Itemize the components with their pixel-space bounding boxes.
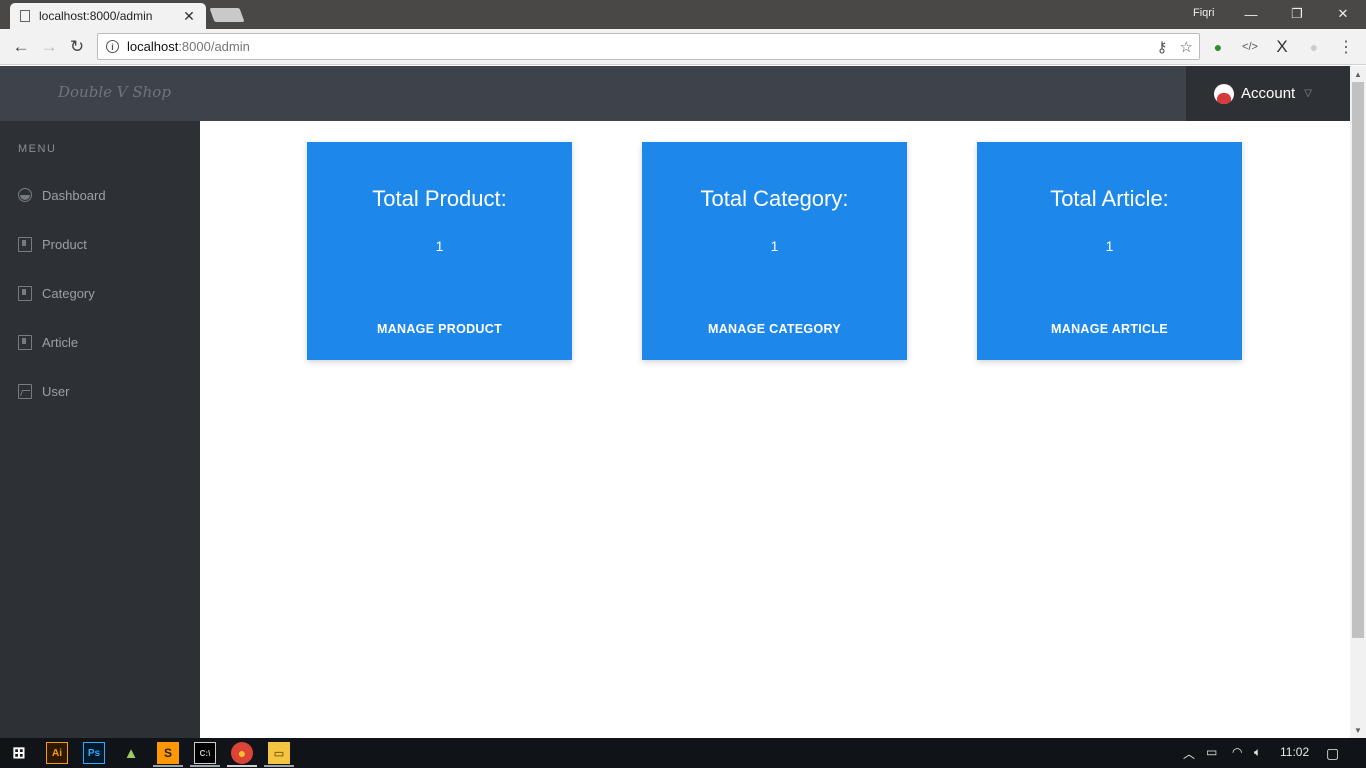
main-content: Total Product: 1 MANAGE PRODUCT Total Ca…	[200, 121, 1350, 738]
card-title: Total Category:	[700, 186, 849, 211]
document-icon	[18, 334, 32, 350]
browser-tab[interactable]: localhost:8000/admin ✕	[10, 3, 206, 29]
restore-button[interactable]: ❐	[1282, 3, 1312, 25]
total-article-card: Total Article: 1 MANAGE ARTICLE	[977, 142, 1242, 360]
show-hidden-icons-chevron-icon[interactable]: ︿	[1183, 745, 1195, 762]
document-icon	[18, 285, 32, 301]
sidebar-item-article[interactable]: Article	[18, 331, 78, 353]
sidebar-item-product[interactable]: Product	[18, 233, 87, 255]
action-center-icon[interactable]: ▢	[1326, 745, 1339, 762]
chevron-down-icon: ▽	[1304, 88, 1312, 99]
sidebar-item-label: Category	[42, 285, 95, 301]
sidebar-item-user[interactable]: User	[18, 380, 69, 402]
sidebar: MENU Dashboard Product Category Article …	[0, 121, 200, 738]
sidebar-item-dashboard[interactable]: Dashboard	[18, 184, 106, 206]
app-header: Double V Shop Account ▽	[0, 66, 1350, 121]
total-product-card: Total Product: 1 MANAGE PRODUCT	[307, 142, 572, 360]
page-scrollbar[interactable]: ▲ ▼	[1350, 66, 1366, 738]
extension-circle-icon[interactable]: ●	[1304, 37, 1324, 57]
back-arrow-icon[interactable]: ←	[9, 35, 33, 59]
volume-icon[interactable]: 🔈︎	[1254, 745, 1261, 760]
image-icon	[18, 383, 32, 399]
url-host: localhost	[127, 39, 179, 54]
extension-x-icon[interactable]: X	[1272, 37, 1292, 57]
scroll-thumb[interactable]	[1352, 82, 1364, 638]
sidebar-item-label: Dashboard	[42, 187, 106, 203]
running-indicator	[153, 765, 183, 767]
info-icon[interactable]: i	[106, 40, 119, 53]
scroll-down-icon[interactable]: ▼	[1350, 722, 1366, 738]
card-title: Total Product:	[372, 186, 507, 211]
sidebar-item-label: Product	[42, 236, 87, 252]
key-icon[interactable]: ⚷	[1157, 38, 1168, 56]
sidebar-item-category[interactable]: Category	[18, 282, 95, 304]
illustrator-icon[interactable]: Ai	[46, 742, 68, 764]
clock[interactable]: 11:02	[1280, 745, 1309, 759]
profile-name[interactable]: Fiqri	[1193, 7, 1214, 19]
windows-start-icon[interactable]: ⊞	[8, 742, 30, 764]
tab-title: localhost:8000/admin	[39, 9, 153, 23]
chrome-icon[interactable]: ●	[231, 742, 253, 764]
sidebar-item-label: Article	[42, 334, 79, 350]
extension-globe-icon[interactable]: ●	[1208, 37, 1228, 57]
battery-icon[interactable]: ▭	[1206, 745, 1217, 759]
card-title: Total Article:	[1050, 186, 1169, 211]
page-icon	[20, 10, 30, 22]
dashboard-icon	[18, 188, 32, 202]
forward-arrow-icon[interactable]: →	[37, 35, 61, 59]
browser-titlebar: localhost:8000/admin ✕ Fiqri — ❐ ✕	[0, 0, 1366, 29]
address-bar[interactable]: i localhost:8000/admin ⚷ ☆	[97, 33, 1200, 60]
card-value: 1	[435, 238, 444, 254]
running-indicator	[190, 765, 220, 767]
wifi-icon[interactable]: ◠	[1232, 745, 1242, 759]
android-studio-icon[interactable]: ▲	[120, 742, 142, 764]
total-category-card: Total Category: 1 MANAGE CATEGORY	[642, 142, 907, 360]
windows-taskbar: ⊞ Ai Ps ▲ S C:\ ● ▭ ︿ ▭ ◠ 🔈︎ 11:02 ▢	[0, 738, 1366, 768]
file-explorer-icon[interactable]: ▭	[268, 742, 290, 764]
brand-logo[interactable]: Double V Shop	[58, 83, 171, 101]
card-value: 1	[770, 238, 779, 254]
card-value: 1	[1105, 238, 1114, 254]
scroll-up-icon[interactable]: ▲	[1350, 66, 1366, 82]
url-path: :8000/admin	[178, 39, 250, 54]
avatar	[1214, 83, 1234, 104]
bookmark-star-icon[interactable]: ☆	[1180, 38, 1193, 56]
minimize-button[interactable]: —	[1236, 3, 1266, 25]
running-indicator	[264, 765, 294, 767]
sidebar-item-label: User	[42, 383, 70, 399]
browser-menu-icon[interactable]: ⋮	[1336, 37, 1356, 57]
extension-code-icon[interactable]: </>	[1240, 37, 1260, 57]
reload-icon[interactable]: ↻	[65, 35, 89, 59]
account-label: Account	[1241, 85, 1296, 102]
close-window-button[interactable]: ✕	[1328, 3, 1358, 25]
document-icon	[18, 236, 32, 252]
manage-category-link[interactable]: MANAGE CATEGORY	[642, 322, 907, 336]
new-tab-button[interactable]	[209, 8, 245, 22]
browser-toolbar: ← → ↻ i localhost:8000/admin ⚷ ☆ ● </> X…	[0, 29, 1366, 65]
manage-article-link[interactable]: MANAGE ARTICLE	[977, 322, 1242, 336]
tab-close-icon[interactable]: ✕	[182, 8, 196, 25]
photoshop-icon[interactable]: Ps	[83, 742, 105, 764]
menu-heading: MENU	[18, 143, 57, 155]
sublime-text-icon[interactable]: S	[157, 742, 179, 764]
command-prompt-icon[interactable]: C:\	[194, 742, 216, 764]
running-indicator	[227, 765, 257, 767]
account-dropdown[interactable]: Account ▽	[1186, 66, 1350, 121]
manage-product-link[interactable]: MANAGE PRODUCT	[307, 322, 572, 336]
